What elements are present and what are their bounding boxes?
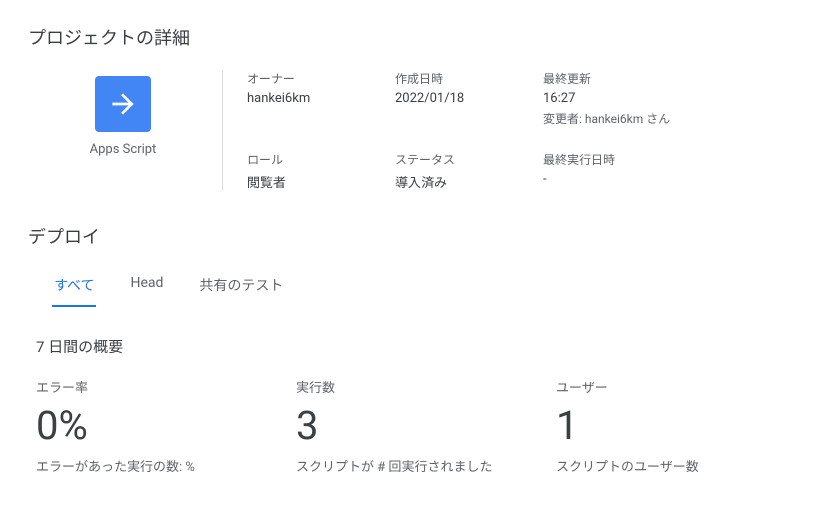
role-value: 閲覧者 (247, 172, 387, 191)
created-label: 作成日時 (395, 70, 535, 87)
owner-cell: オーナー hankei6km (247, 70, 387, 127)
stat-value: 3 (296, 406, 496, 446)
updated-value: 16:27 (543, 91, 743, 106)
created-cell: 作成日時 2022/01/18 (395, 70, 535, 127)
role-label: ロール (247, 151, 387, 168)
stat-label: エラー率 (36, 377, 236, 396)
updated-cell: 最終更新 16:27 変更者: hankei6km さん (543, 70, 743, 127)
stat-desc: エラーがあった実行の数: % (36, 456, 236, 475)
created-value: 2022/01/18 (395, 91, 535, 106)
status-label: ステータス (395, 151, 535, 168)
tab-head[interactable]: Head (128, 265, 165, 307)
stat-error-rate: エラー率 0% エラーがあった実行の数: % (36, 377, 236, 475)
project-details-title: プロジェクトの詳細 (28, 24, 794, 50)
lastrun-cell: 最終実行日時 - (543, 151, 743, 191)
info-grid: オーナー hankei6km 作成日時 2022/01/18 最終更新 16:2… (247, 70, 794, 191)
deploy-title: デプロイ (28, 223, 794, 249)
stat-desc: スクリプトのユーザー数 (556, 456, 756, 475)
stat-label: 実行数 (296, 377, 496, 396)
arrow-right-icon (95, 76, 151, 132)
summary-title: 7 日間の概要 (36, 336, 794, 357)
deploy-tabs: すべて Head 共有のテスト (28, 265, 794, 308)
app-label: Apps Script (90, 142, 157, 157)
tab-shared-test[interactable]: 共有のテスト (197, 265, 285, 307)
owner-value: hankei6km (247, 91, 387, 106)
updated-by: 変更者: hankei6km さん (543, 110, 743, 127)
lastrun-value: - (543, 172, 743, 187)
vertical-divider (222, 70, 223, 191)
project-details-row: Apps Script オーナー hankei6km 作成日時 2022/01/… (28, 70, 794, 191)
owner-label: オーナー (247, 70, 387, 87)
tab-all[interactable]: すべて (52, 265, 96, 307)
stat-executions: 実行数 3 スクリプトが # 回実行されました (296, 377, 496, 475)
status-value: 導入済み (395, 172, 535, 191)
updated-label: 最終更新 (543, 70, 743, 87)
role-cell: ロール 閲覧者 (247, 151, 387, 191)
stat-value: 1 (556, 406, 756, 446)
stat-label: ユーザー (556, 377, 756, 396)
stats-row: エラー率 0% エラーがあった実行の数: % 実行数 3 スクリプトが # 回実… (36, 377, 794, 475)
app-block: Apps Script (48, 70, 198, 191)
status-cell: ステータス 導入済み (395, 151, 535, 191)
stat-desc: スクリプトが # 回実行されました (296, 456, 496, 475)
lastrun-label: 最終実行日時 (543, 151, 743, 168)
stat-value: 0% (36, 406, 236, 446)
stat-users: ユーザー 1 スクリプトのユーザー数 (556, 377, 756, 475)
